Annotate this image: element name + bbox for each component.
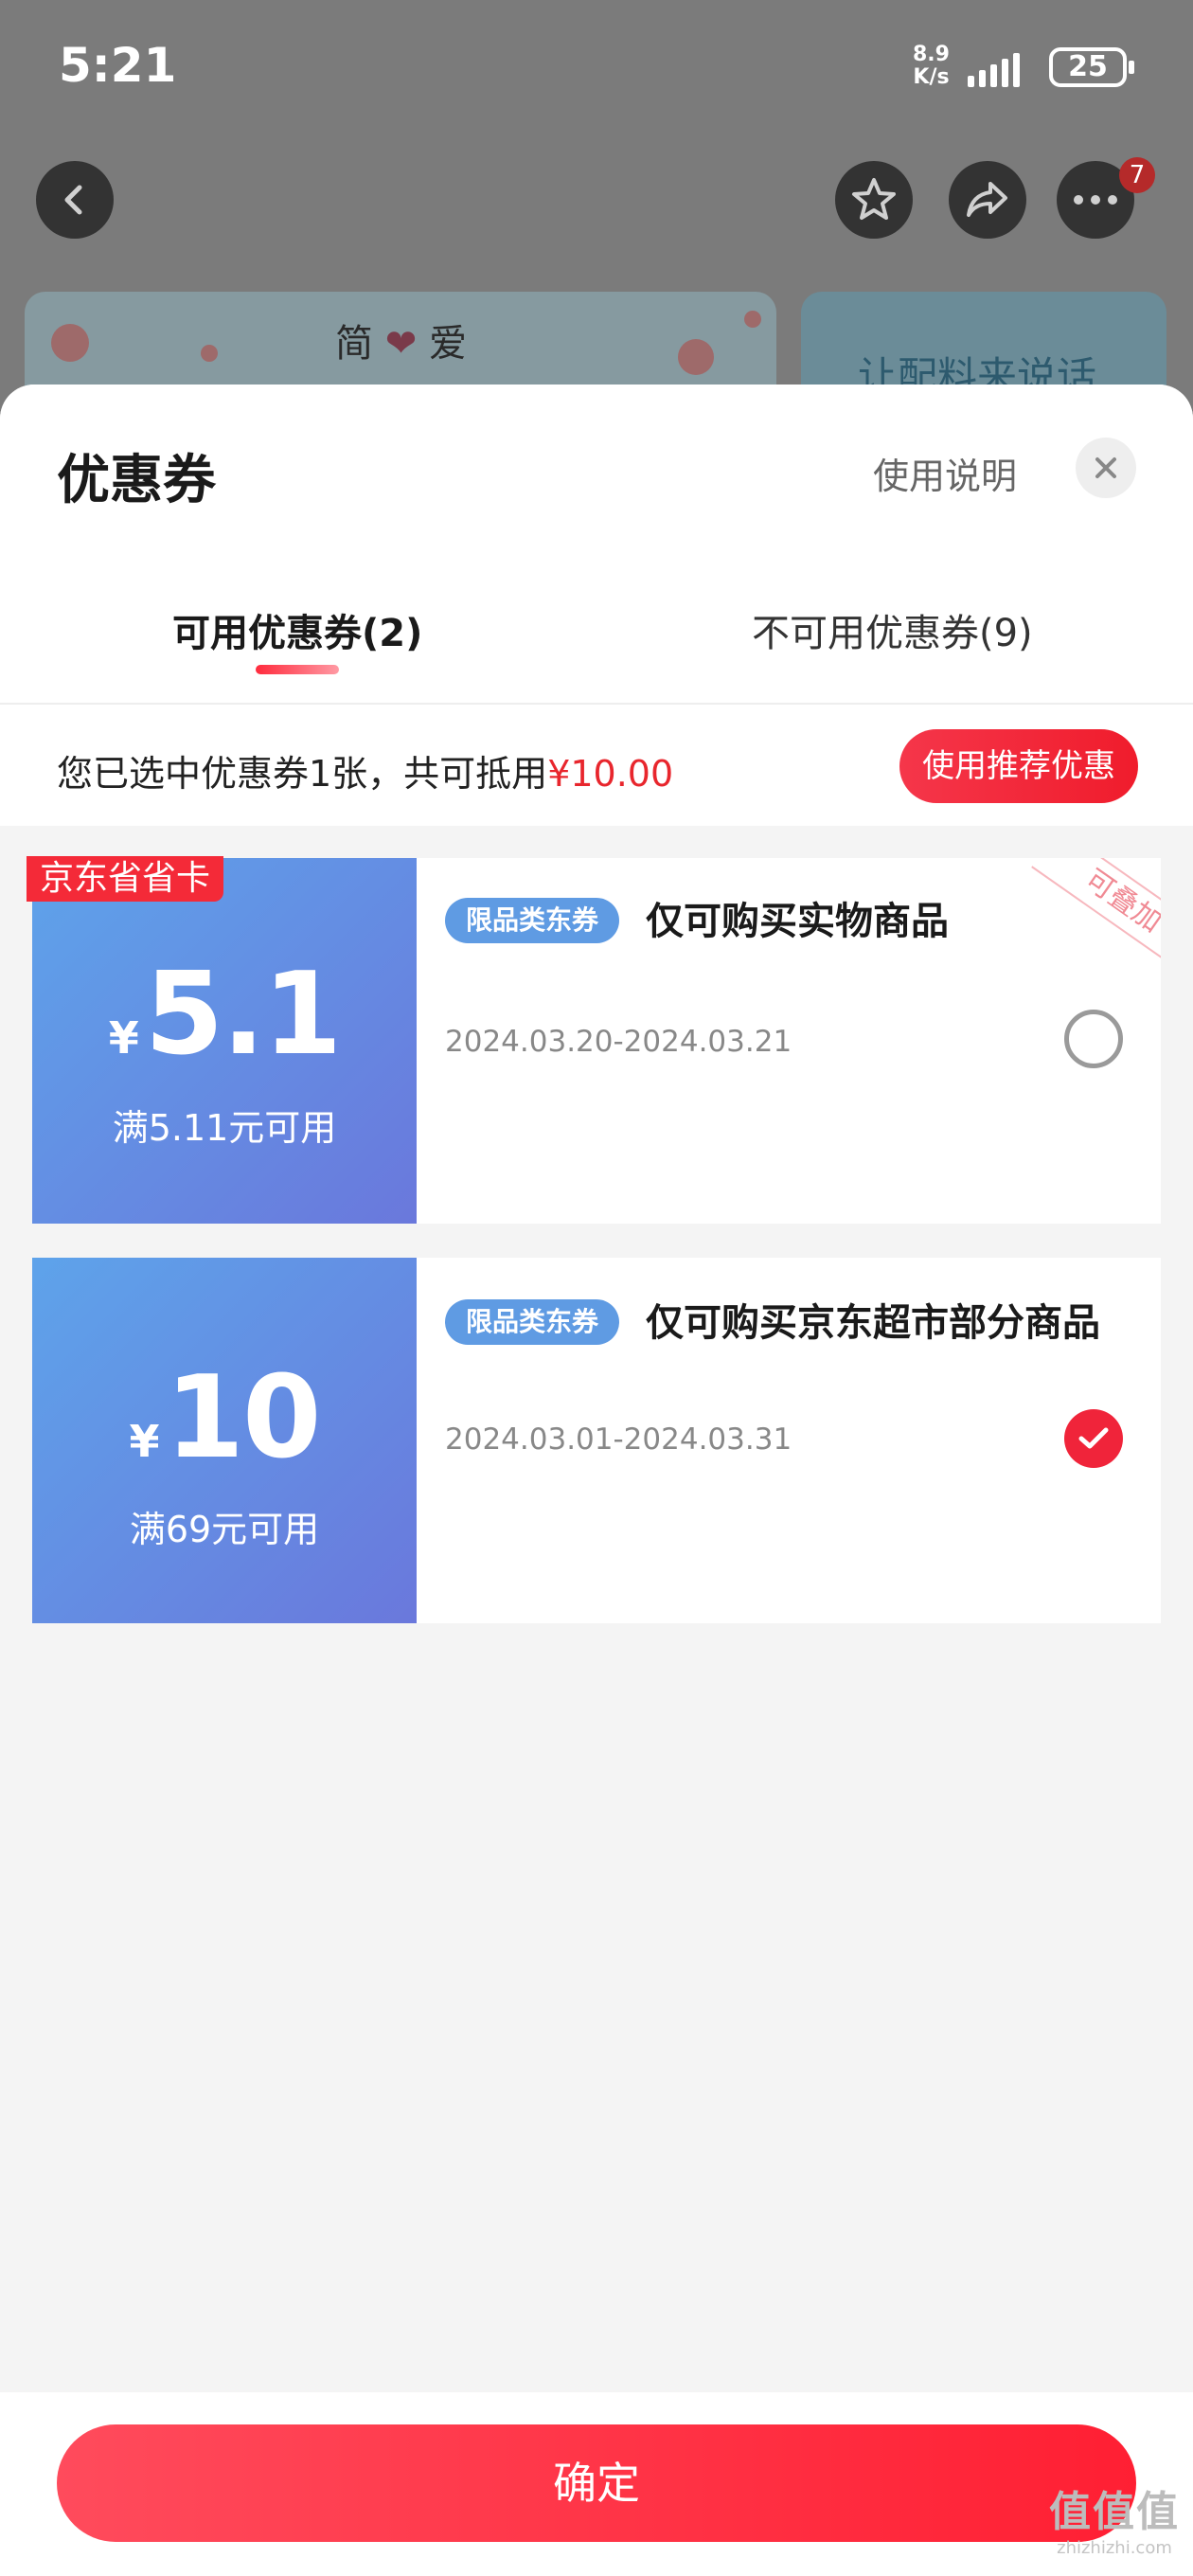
footer-bar: 确定 值值值 zhizhizhi.com [0,2392,1193,2576]
watermark-url: zhizhizhi.com [1057,2538,1172,2558]
coupon-card[interactable]: ¥10 满69元可用 限品类东券 仅可购买京东超市部分商品 2024.03.01… [32,1258,1161,1623]
star-icon [852,178,896,220]
share-icon [967,182,1007,217]
card-tag: 京东省省卡 [27,856,224,902]
coupon-amount: ¥5.1 [32,949,417,1081]
coupon-condition: 满5.11元可用 [112,1107,337,1149]
currency-symbol: ¥ [108,1012,139,1064]
selection-summary: 您已选中优惠券1张，共可抵用¥10.00 [57,744,673,796]
coupon-select-radio[interactable] [1064,1010,1123,1068]
chevron-left-icon [64,185,82,215]
usage-instructions-link[interactable]: 使用说明 [873,447,1017,499]
use-recommended-button[interactable]: 使用推荐优惠 [899,729,1138,803]
back-button[interactable] [36,161,114,239]
coupon-amount: ¥10 [32,1352,417,1484]
coupon-sheet: 优惠券 使用说明 可用优惠券(2) 不可用优惠券(9) 您已选中优惠券1张，共可… [0,385,1193,2576]
coupon-condition: 满69元可用 [129,1509,320,1550]
status-bar: 5:21 8.9 K/s 25 [0,0,1193,133]
signal-icon [968,49,1020,87]
coupon-select-radio[interactable] [1064,1409,1123,1468]
active-tab-indicator [256,665,339,674]
summary-text: 您已选中优惠券1张，共可抵用 [57,753,548,795]
coupon-value-panel: ¥10 满69元可用 [32,1258,417,1623]
divider [0,703,1193,705]
notification-badge: 7 [1119,157,1155,193]
currency-symbol: ¥ [129,1416,160,1467]
network-speed-unit: K/s [913,65,950,89]
watermark: 值值值 zhizhizhi.com [1043,2478,1185,2558]
banner-left-text: 简 ❤ 爱 [335,322,467,366]
close-icon [1095,457,1116,478]
tab-unavailable-coupons[interactable]: 不可用优惠券(9) [752,602,1033,657]
share-button[interactable] [949,161,1026,239]
coupon-amount-value: 10 [165,1352,322,1484]
network-speed: 8.9 K/s [913,44,950,89]
tab-available-coupons[interactable]: 可用优惠券(2) [172,602,422,657]
checkmark-icon [1078,1427,1109,1449]
more-dots-icon [1074,195,1117,205]
stackable-ribbon-text: 可叠加 [1031,858,1161,972]
close-button[interactable] [1076,438,1136,498]
coupon-value-panel: ¥5.1 满5.11元可用 [32,858,417,1224]
coupon-amount-value: 5.1 [144,949,343,1081]
confirm-button[interactable]: 确定 [57,2424,1136,2542]
sheet-header: 优惠券 使用说明 可用优惠券(2) 不可用优惠券(9) 您已选中优惠券1张，共可… [0,385,1193,826]
status-time: 5:21 [59,38,177,93]
sheet-title: 优惠券 [57,450,216,511]
favorite-button[interactable] [835,161,913,239]
watermark-logo: 值值值 [1049,2488,1180,2536]
stackable-ribbon: 可叠加 [1019,858,1161,972]
summary-amount: ¥10.00 [547,753,674,795]
coupon-validity: 2024.03.20-2024.03.21 [445,1025,792,1059]
battery-icon: 25 [1049,47,1134,87]
coupon-title: 仅可购买实物商品 [646,900,949,943]
coupon-title: 仅可购买京东超市部分商品 [646,1301,1100,1345]
coupon-card[interactable]: 京东省省卡 ¥5.1 满5.11元可用 限品类东券 仅可购买实物商品 2024.… [27,856,1161,1224]
background-page: 5:21 8.9 K/s 25 7 简 ❤ 爱 让配料来说话 [0,0,1193,481]
coupon-type-badge: 限品类东券 [445,898,620,943]
network-speed-value: 8.9 [913,43,950,66]
coupon-validity: 2024.03.01-2024.03.31 [445,1422,792,1457]
